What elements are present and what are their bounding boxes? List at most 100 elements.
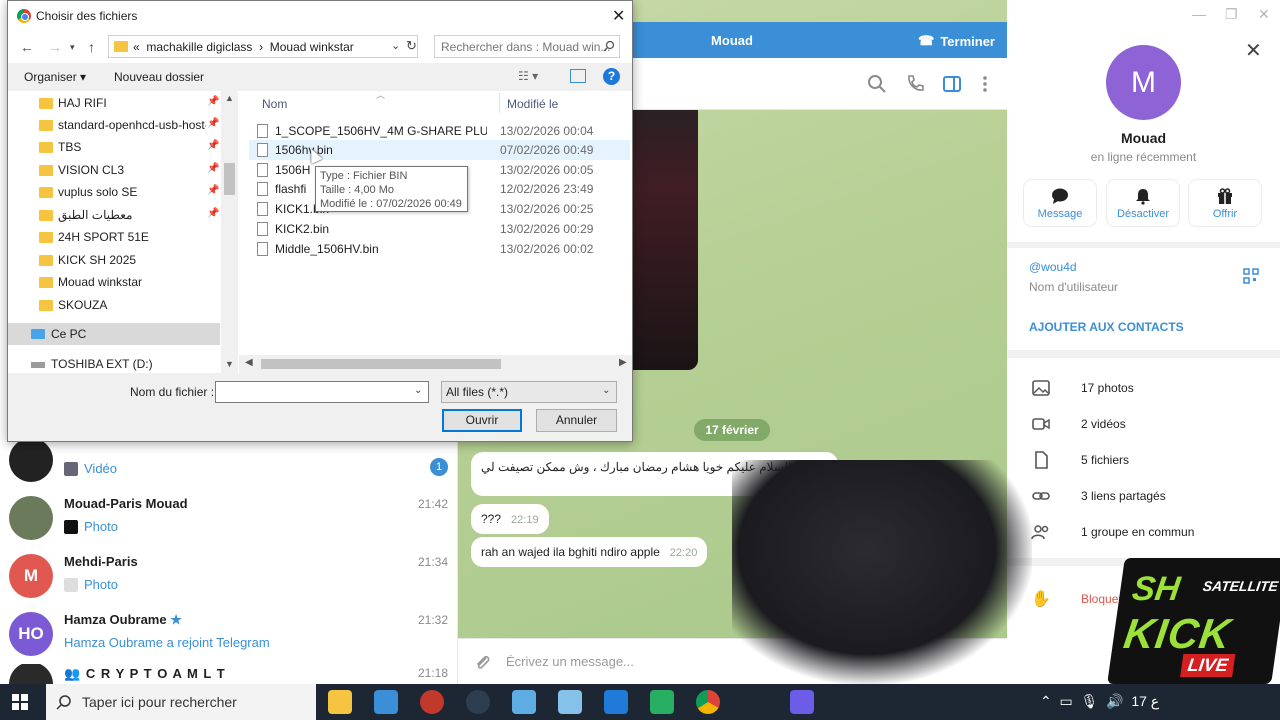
chat-list-item[interactable]: M Mehdi-Paris 21:34 Photo [0, 548, 458, 606]
sidebar-toggle-icon[interactable] [942, 74, 962, 94]
chat-name-text: C R Y P T O A M L T [85, 666, 226, 681]
message-bubble[interactable]: rah an wajed ila bghiti ndiro apple 22:20 [471, 537, 708, 567]
scroll-right-icon[interactable]: ▶ [619, 357, 627, 368]
chat-list-item[interactable]: Mouad-Paris Mouad 21:42 Photo [0, 490, 458, 548]
breadcrumb-item[interactable]: Mouad winkstar [270, 40, 354, 54]
close-profile-icon[interactable]: ✕ [1245, 38, 1262, 63]
app-icon[interactable] [374, 690, 398, 714]
message-input[interactable]: Écrivez un message... [506, 654, 634, 669]
chat-list-item[interactable]: HO Hamza Oubrame ★ 21:32 Hamza Oubrame a… [0, 606, 458, 664]
videos-row[interactable]: 2 vidéos [1007, 405, 1280, 441]
recent-dropdown-icon[interactable]: ▾ [70, 42, 75, 53]
breadcrumb-item[interactable]: machakille digiclass [146, 40, 252, 54]
preview-pane-icon[interactable] [570, 69, 586, 83]
scroll-left-icon[interactable]: ◀ [245, 357, 253, 368]
up-arrow-icon[interactable]: ↑ [88, 39, 95, 55]
chevron-down-icon[interactable]: ⌄ [391, 39, 400, 52]
tree-item[interactable]: standard-openhcd-usb-host- 📌 [8, 114, 220, 136]
column-header-modified[interactable]: Modifié le [507, 97, 558, 111]
taskbar-search[interactable]: Taper ici pour rechercher [46, 684, 316, 720]
close-window-icon[interactable]: ✕ [1258, 6, 1270, 23]
groups-row[interactable]: 1 groupe en commun [1007, 513, 1280, 549]
maximize-icon[interactable]: ❐ [1225, 6, 1238, 23]
links-row[interactable]: 3 liens partagés [1007, 477, 1280, 513]
chrome-icon [17, 9, 31, 23]
search-input[interactable]: Rechercher dans : Mouad win... [441, 40, 610, 54]
windows-start-icon[interactable] [12, 694, 28, 710]
back-arrow-icon[interactable]: ← [20, 39, 34, 55]
file-row[interactable]: Middle_1506HV.bin 13/02/2026 00:02 [249, 239, 630, 259]
app-icon[interactable] [790, 690, 814, 714]
microphone-icon[interactable]: 🎙 [1081, 693, 1099, 709]
message-action-button[interactable]: Message [1024, 180, 1096, 226]
filename-input[interactable]: ⌄ [215, 381, 429, 403]
column-header-name[interactable]: Nom [262, 97, 287, 111]
system-tray[interactable]: ⌃ ▭ 🎙 🔊 ع 17 [1040, 693, 1159, 710]
tray-clock[interactable]: ع 17 [1131, 693, 1159, 709]
scroll-thumb[interactable] [224, 163, 235, 195]
view-options-icon[interactable]: ☷ ▾ [518, 69, 548, 85]
photos-row[interactable]: 17 photos [1007, 369, 1280, 405]
refresh-icon[interactable]: ↻ [406, 38, 417, 54]
tree-item[interactable]: معطيات الطبق 📌 [8, 204, 220, 226]
tree-item[interactable]: VISION CL3 📌 [8, 159, 220, 181]
tree-item-drive[interactable]: TOSHIBA EXT (D:) [8, 353, 220, 373]
username[interactable]: @wou4d [1029, 260, 1077, 274]
tree-item[interactable]: KICK SH 2025 [8, 249, 220, 271]
tree-item[interactable]: 24H SPORT 51E [8, 226, 220, 248]
file-row[interactable]: 1_SCOPE_1506HV_4M G-SHARE PLUS V 5... 13/… [249, 121, 630, 141]
cancel-button[interactable]: Annuler [536, 409, 617, 432]
chrome-icon[interactable] [696, 690, 720, 714]
new-folder-button[interactable]: Nouveau dossier [114, 70, 204, 84]
add-to-contacts-button[interactable]: AJOUTER AUX CONTACTS [1029, 320, 1184, 334]
network-icon[interactable]: ▭ [1060, 693, 1073, 709]
app-icon[interactable] [558, 690, 582, 714]
minimize-icon[interactable]: — [1192, 6, 1206, 22]
chevron-up-icon[interactable]: ⌃ [1040, 693, 1052, 709]
search-icon[interactable] [867, 74, 887, 94]
phone-icon[interactable] [905, 74, 925, 94]
files-row[interactable]: 5 fichiers [1007, 441, 1280, 477]
file-type-select[interactable]: All files (*.*) ⌄ [441, 381, 617, 403]
dialog-body: HAJ RIFI 📌 standard-openhcd-usb-host- 📌 TB… [8, 90, 632, 373]
tree-item[interactable]: SKOUZA [8, 294, 220, 316]
chevron-down-icon[interactable]: ⌄ [414, 385, 422, 396]
scroll-thumb[interactable] [261, 359, 501, 369]
scroll-up-icon[interactable]: ▲ [225, 93, 234, 103]
tree-item[interactable]: Mouad winkstar [8, 271, 220, 293]
tree-item[interactable]: HAJ RIFI 📌 [8, 92, 220, 114]
file-explorer-icon[interactable] [328, 690, 352, 714]
message-bubble[interactable]: ??? 22:19 [471, 504, 549, 534]
more-icon[interactable] [975, 74, 995, 94]
breadcrumb-overflow[interactable]: « [133, 40, 140, 54]
calculator-icon[interactable] [604, 690, 628, 714]
organize-button[interactable]: Organiser ▾ [24, 70, 86, 84]
forward-arrow-icon[interactable]: → [48, 39, 62, 55]
qr-code-icon[interactable] [1243, 268, 1259, 284]
help-icon[interactable]: ? [603, 68, 620, 85]
end-call-button[interactable]: ☎ Terminer [918, 33, 995, 49]
open-button[interactable]: Ouvrir [442, 409, 522, 432]
tree-item-this-pc[interactable]: Ce PC [8, 323, 220, 345]
file-tooltip: Type : Fichier BIN Taille : 4,00 Mo Modi… [315, 166, 468, 212]
app-icon[interactable] [420, 690, 444, 714]
attach-icon[interactable] [472, 652, 492, 672]
gift-action-button[interactable]: Offrir [1189, 180, 1261, 226]
address-bar[interactable]: « machakille digiclass › Mouad winkstar … [108, 35, 418, 58]
tree-item[interactable]: TBS 📌 [8, 136, 220, 158]
file-list-hscrollbar[interactable]: ◀ ▶ [239, 355, 632, 373]
volume-icon[interactable]: 🔊 [1106, 693, 1123, 709]
scroll-down-icon[interactable]: ▼ [225, 359, 234, 369]
app-icon[interactable] [650, 690, 674, 714]
search-box[interactable]: Rechercher dans : Mouad win... [434, 35, 620, 58]
mute-action-button[interactable]: Désactiver [1107, 180, 1179, 226]
column-divider[interactable] [499, 93, 500, 113]
tree-scrollbar[interactable]: ▲ ▼ [221, 91, 238, 373]
chat-list-item[interactable]: 👥 C R Y P T O A M L T 21:18 [0, 664, 458, 684]
app-icon[interactable] [512, 690, 536, 714]
close-icon[interactable]: ✕ [612, 6, 625, 26]
file-row[interactable]: KICK2.bin 13/02/2026 00:29 [249, 219, 630, 239]
tree-item[interactable]: vuplus solo SE 📌 [8, 181, 220, 203]
app-icon[interactable] [466, 690, 490, 714]
media-message[interactable] [632, 110, 698, 370]
